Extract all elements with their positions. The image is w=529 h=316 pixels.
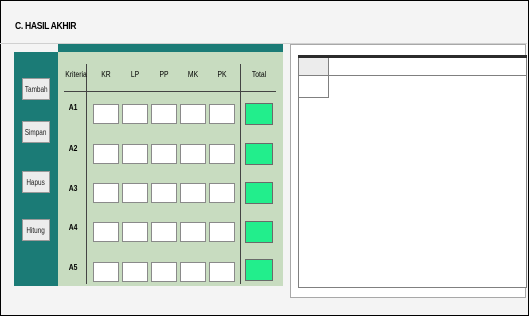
- input-a2-lp[interactable]: [122, 144, 148, 164]
- hapus-button[interactable]: Hapus: [22, 171, 50, 193]
- input-a5-pp[interactable]: [151, 262, 177, 282]
- simpan-button[interactable]: Simpan: [22, 121, 50, 143]
- input-a5-kr[interactable]: [93, 262, 119, 282]
- input-a2-mk[interactable]: [180, 144, 206, 164]
- total-header: Total: [251, 70, 267, 79]
- results-grid-row-line: [329, 75, 527, 76]
- row-label-a4: A4: [68, 223, 78, 232]
- input-a1-kr[interactable]: [93, 104, 119, 124]
- action-sidebar: Tambah Simpan Hapus Hitung: [14, 52, 58, 286]
- input-a3-pk[interactable]: [209, 183, 235, 203]
- row-label-a3: A3: [68, 184, 78, 193]
- results-grid-corner-cell: [299, 58, 329, 76]
- input-a5-pk[interactable]: [209, 262, 235, 282]
- section-title: C. HASIL AKHIR: [15, 21, 77, 32]
- total-a4[interactable]: [245, 221, 273, 243]
- input-a1-pp[interactable]: [151, 104, 177, 124]
- total-divider: [240, 64, 241, 284]
- input-a5-lp[interactable]: [122, 262, 148, 282]
- input-a1-pk[interactable]: [209, 104, 235, 124]
- hitung-button-label: Hitung: [26, 225, 46, 235]
- input-a1-lp[interactable]: [122, 104, 148, 124]
- hitung-button[interactable]: Hitung: [22, 219, 50, 241]
- col-header-lp: LP: [130, 70, 140, 79]
- row-label-a1: A1: [68, 103, 78, 112]
- input-a4-lp[interactable]: [122, 222, 148, 242]
- input-a4-mk[interactable]: [180, 222, 206, 242]
- input-a2-pk[interactable]: [209, 144, 235, 164]
- total-a3[interactable]: [245, 182, 273, 204]
- input-a4-pp[interactable]: [151, 222, 177, 242]
- input-a4-kr[interactable]: [93, 222, 119, 242]
- criteria-panel: [58, 44, 283, 286]
- row-label-a2: A2: [68, 144, 78, 153]
- total-a2[interactable]: [245, 143, 273, 165]
- row-label-a5: A5: [68, 263, 78, 272]
- col-header-pp: PP: [159, 70, 169, 79]
- total-a1[interactable]: [245, 103, 273, 125]
- input-a2-kr[interactable]: [93, 144, 119, 164]
- header-divider: [64, 91, 276, 92]
- total-a5[interactable]: [245, 259, 273, 281]
- tambah-button-label: Tambah: [24, 84, 48, 94]
- tambah-button[interactable]: Tambah: [22, 78, 50, 100]
- criteria-panel-top-bar: [58, 44, 283, 52]
- input-a3-kr[interactable]: [93, 183, 119, 203]
- input-a1-mk[interactable]: [180, 104, 206, 124]
- input-a3-lp[interactable]: [122, 183, 148, 203]
- simpan-button-label: Simpan: [25, 127, 47, 137]
- input-a5-mk[interactable]: [180, 262, 206, 282]
- col-header-mk: MK: [187, 70, 199, 79]
- results-grid[interactable]: [298, 55, 527, 288]
- results-grid-row-header[interactable]: [299, 76, 329, 98]
- results-grid-header-bar: [298, 55, 527, 58]
- criteria-header: Kriteria: [65, 70, 87, 79]
- input-a2-pp[interactable]: [151, 144, 177, 164]
- input-a3-mk[interactable]: [180, 183, 206, 203]
- col-header-pk: PK: [217, 70, 227, 79]
- criteria-divider: [86, 64, 87, 284]
- input-a4-pk[interactable]: [209, 222, 235, 242]
- input-a3-pp[interactable]: [151, 183, 177, 203]
- hapus-button-label: Hapus: [26, 177, 46, 187]
- col-header-kr: KR: [101, 70, 111, 79]
